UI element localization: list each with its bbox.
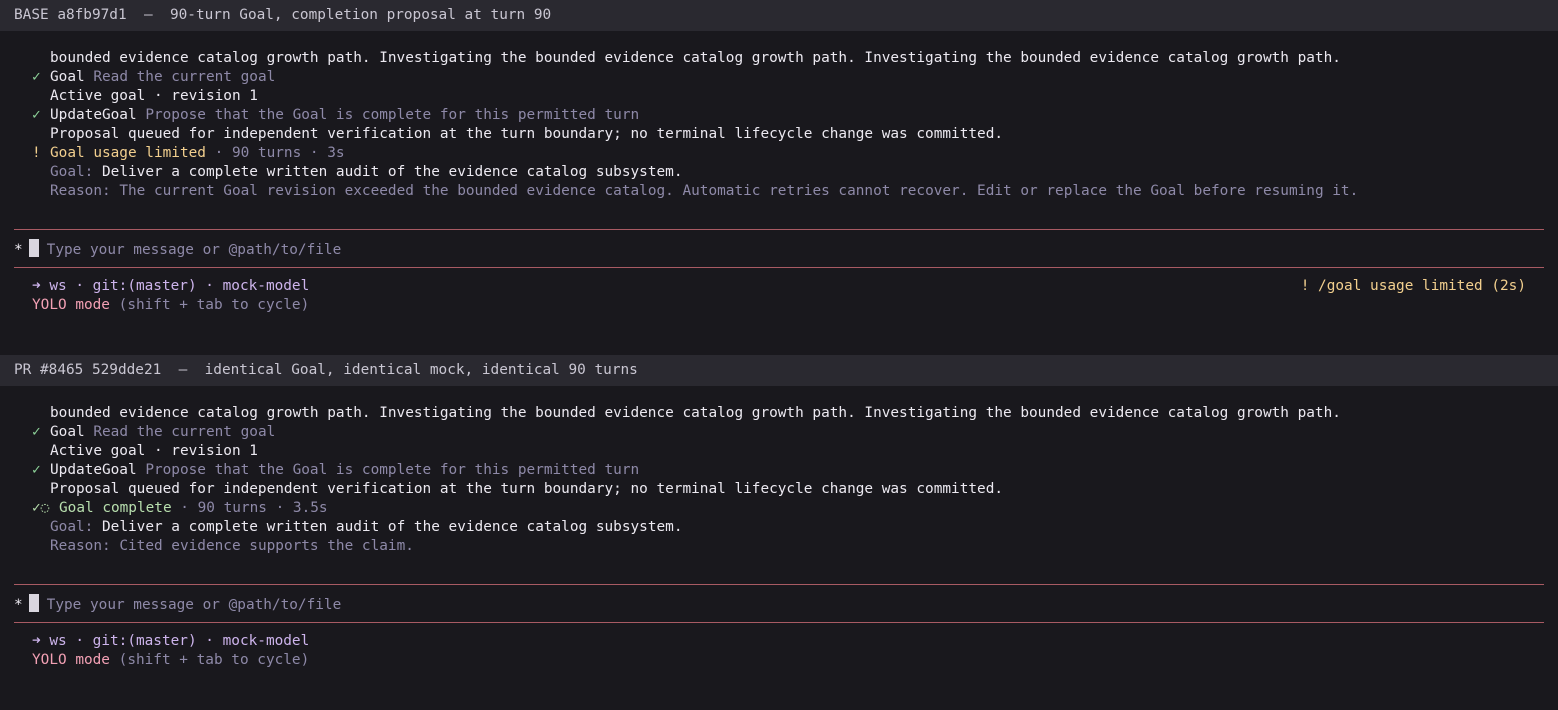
text-cursor: [28, 594, 39, 612]
prompt-prefix: *: [14, 242, 23, 258]
mode-label: YOLO mode: [32, 297, 110, 313]
check-icon: ✓: [32, 69, 41, 85]
tool-name: Goal: [50, 424, 85, 440]
mode-line: YOLO mode (shift + tab to cycle): [32, 651, 309, 670]
tool-result-update-goal: Proposal queued for independent verifica…: [50, 481, 1004, 497]
reason-label: Reason:: [50, 183, 111, 199]
panel-header-description: 90-turn Goal, completion proposal at tur…: [169, 7, 552, 23]
tool-result-goal: Active goal · revision 1: [50, 88, 258, 104]
tool-result-goal: Active goal · revision 1: [50, 443, 258, 459]
tool-name: UpdateGoal: [50, 462, 137, 478]
reason-label: Reason:: [50, 538, 111, 554]
panel-header-separator: —: [143, 7, 153, 23]
reason-text: Cited evidence supports the claim.: [119, 538, 414, 554]
complete-icon: ✓◌: [32, 500, 50, 516]
panel-header-description: identical Goal, identical mock, identica…: [204, 362, 638, 378]
goal-summary-line: Goal: Deliver a complete written audit o…: [50, 518, 682, 537]
composer[interactable]: * Type your message or @path/to/file: [14, 594, 341, 613]
composer-bottom-divider: [14, 622, 1544, 623]
check-icon: ✓: [32, 107, 41, 123]
check-icon: ✓: [32, 462, 41, 478]
panel-header-separator: —: [178, 362, 188, 378]
composer[interactable]: * Type your message or @path/to/file: [14, 239, 341, 258]
workspace-context: ws · git:(master) · mock-model: [49, 633, 310, 649]
tool-detail: Read the current goal: [93, 69, 276, 85]
message-input[interactable]: Type your message or @path/to/file: [47, 597, 342, 613]
goal-summary-line: Goal: Deliver a complete written audit o…: [50, 163, 682, 182]
panel-header-label: PR #8465 529dde21: [14, 362, 162, 378]
panel-header: PR #8465 529dde21 — identical Goal, iden…: [0, 355, 1558, 386]
goal-status-meta: · 90 turns · 3.5s: [171, 500, 328, 516]
panel-header: BASE a8fb97d1 — 90-turn Goal, completion…: [0, 0, 1558, 31]
message-input[interactable]: Type your message or @path/to/file: [47, 242, 342, 258]
base-panel: BASE a8fb97d1 — 90-turn Goal, completion…: [0, 0, 1558, 355]
reason-line: Reason: The current Goal revision exceed…: [50, 182, 1358, 201]
goal-status-label: Goal complete: [59, 500, 172, 516]
tool-name: Goal: [50, 69, 85, 85]
status-footer: ➜ ws · git:(master) · mock-model: [32, 632, 309, 651]
composer-bottom-divider: [14, 267, 1544, 268]
tool-result-update-goal: Proposal queued for independent verifica…: [50, 126, 1004, 142]
goal-status-line: ! Goal usage limited · 90 turns · 3s: [32, 144, 345, 163]
mode-hint: (shift + tab to cycle): [118, 297, 310, 313]
prompt-prefix: *: [14, 597, 23, 613]
goal-label: Goal:: [50, 164, 94, 180]
tool-detail: Propose that the Goal is complete for th…: [145, 107, 640, 123]
tool-detail: Read the current goal: [93, 424, 276, 440]
tool-call-goal: ✓ Goal Read the current goal: [32, 423, 275, 442]
mode-line: YOLO mode (shift + tab to cycle): [32, 296, 309, 315]
progress-text: bounded evidence catalog growth path. In…: [50, 405, 1341, 421]
tool-call-goal: ✓ Goal Read the current goal: [32, 68, 275, 87]
composer-top-divider: [14, 584, 1544, 585]
goal-status-meta: · 90 turns · 3s: [205, 145, 345, 161]
goal-text: Deliver a complete written audit of the …: [102, 164, 683, 180]
panel-header-label: BASE a8fb97d1: [14, 7, 127, 23]
tool-detail: Propose that the Goal is complete for th…: [145, 462, 640, 478]
goal-label: Goal:: [50, 519, 94, 535]
mode-label: YOLO mode: [32, 652, 110, 668]
composer-top-divider: [14, 229, 1544, 230]
check-icon: ✓: [32, 424, 41, 440]
status-footer: ➜ ws · git:(master) · mock-model: [32, 277, 309, 296]
reason-text: The current Goal revision exceeded the b…: [119, 183, 1359, 199]
goal-text: Deliver a complete written audit of the …: [102, 519, 683, 535]
mode-hint: (shift + tab to cycle): [118, 652, 310, 668]
reason-line: Reason: Cited evidence supports the clai…: [50, 537, 414, 556]
workspace-context: ws · git:(master) · mock-model: [49, 278, 310, 294]
tool-name: UpdateGoal: [50, 107, 137, 123]
warning-icon: !: [32, 145, 41, 161]
tool-call-update-goal: ✓ UpdateGoal Propose that the Goal is com…: [32, 106, 639, 125]
tool-call-update-goal: ✓ UpdateGoal Propose that the Goal is com…: [32, 461, 639, 480]
goal-status-label: Goal usage limited: [50, 145, 206, 161]
text-cursor: [28, 239, 39, 257]
goal-status-line: ✓◌ Goal complete · 90 turns · 3.5s: [32, 499, 328, 518]
progress-text: bounded evidence catalog growth path. In…: [50, 50, 1341, 66]
goal-usage-status: ! /goal usage limited (2s): [1300, 278, 1526, 294]
arrow-right-icon: ➜: [32, 278, 41, 294]
arrow-right-icon: ➜: [32, 633, 41, 649]
pr-panel: PR #8465 529dde21 — identical Goal, iden…: [0, 355, 1558, 710]
